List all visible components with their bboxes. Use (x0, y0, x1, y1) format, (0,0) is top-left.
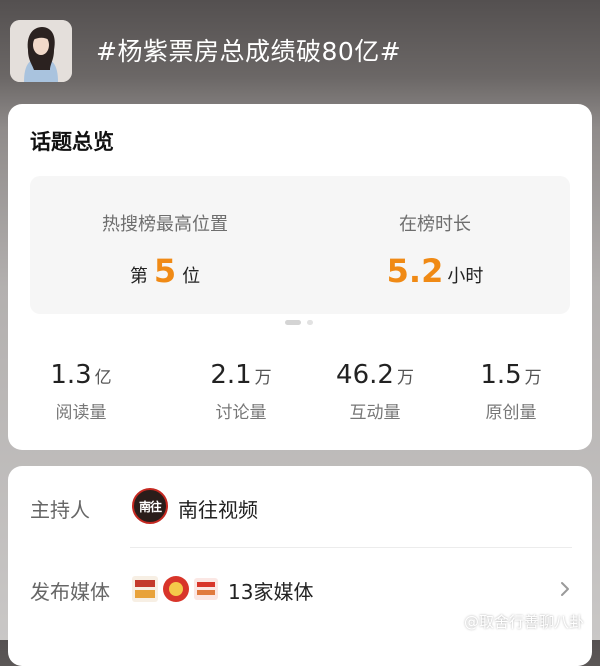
stat-read: 1.3 亿 阅读量 (8, 360, 154, 423)
chevron-right-icon[interactable] (560, 578, 570, 603)
avatar-image (10, 20, 72, 82)
stat-value: 46.2 (336, 360, 394, 390)
highlight-duration: 在榜时长 5.2 小时 (300, 176, 570, 314)
watermark: @取舍行善聊八卦 (443, 611, 584, 632)
stat-value: 2.1 (210, 360, 252, 390)
info-card: 主持人 南往 南往视频 发布媒体 13家媒体 (8, 466, 592, 666)
stat-original: 1.5 万 原创量 (438, 360, 584, 423)
highlight-panel[interactable]: 热搜榜最高位置 第5位 在榜时长 5.2 小时 (30, 176, 570, 314)
topic-header: #杨紫票房总成绩破80亿# (0, 0, 600, 100)
stat-unit: 万 (524, 368, 542, 388)
host-name[interactable]: 南往视频 (178, 494, 258, 523)
highlight-value-row: 第5位 (30, 252, 300, 290)
host-logo-text: 南往 (138, 499, 162, 514)
section-title: 话题总览 (30, 130, 114, 154)
stat-discussion: 2.1 万 讨论量 (168, 360, 314, 423)
carousel-dot[interactable] (307, 320, 313, 325)
media-logos (132, 576, 218, 602)
stat-label: 互动量 (349, 403, 401, 423)
topic-title: #杨紫票房总成绩破80亿# (96, 37, 402, 66)
stat-unit: 万 (254, 368, 272, 388)
media-count[interactable]: 13家媒体 (228, 576, 313, 605)
stat-value: 1.3 (50, 360, 92, 390)
host-row[interactable]: 主持人 南往 南往视频 (8, 466, 592, 548)
stat-interaction: 46.2 万 互动量 (302, 360, 448, 423)
weibo-icon (443, 613, 464, 631)
host-logo: 南往 (132, 488, 168, 524)
media-label: 发布媒体 (30, 580, 110, 604)
overview-card: 话题总览 热搜榜最高位置 第5位 在榜时长 5.2 小时 1.3 亿 阅读量 2.1… (8, 104, 592, 450)
stat-label: 阅读量 (55, 403, 107, 423)
rank-prefix: 第 (129, 266, 148, 287)
highlight-value-row: 5.2 小时 (300, 252, 570, 290)
watermark-text: @取舍行善聊八卦 (463, 613, 584, 631)
duration-suffix: 小时 (447, 266, 484, 287)
rank-suffix: 位 (182, 266, 201, 287)
stat-unit: 万 (396, 368, 414, 388)
host-label: 主持人 (30, 498, 90, 522)
stat-label: 讨论量 (215, 403, 267, 423)
carousel-dot-active[interactable] (285, 320, 301, 325)
topic-avatar[interactable] (10, 20, 72, 82)
highlight-label: 在榜时长 (399, 214, 471, 235)
stats-row: 1.3 亿 阅读量 2.1 万 讨论量 46.2 万 互动量 1.5 万 原创量 (8, 360, 592, 430)
rank-value: 5 (153, 252, 177, 290)
highlight-rank: 热搜榜最高位置 第5位 (30, 176, 300, 314)
stat-label: 原创量 (485, 403, 537, 423)
stat-value: 1.5 (480, 360, 522, 390)
stat-unit: 亿 (94, 368, 112, 388)
highlight-label: 热搜榜最高位置 (102, 214, 228, 235)
duration-value: 5.2 (386, 252, 444, 290)
